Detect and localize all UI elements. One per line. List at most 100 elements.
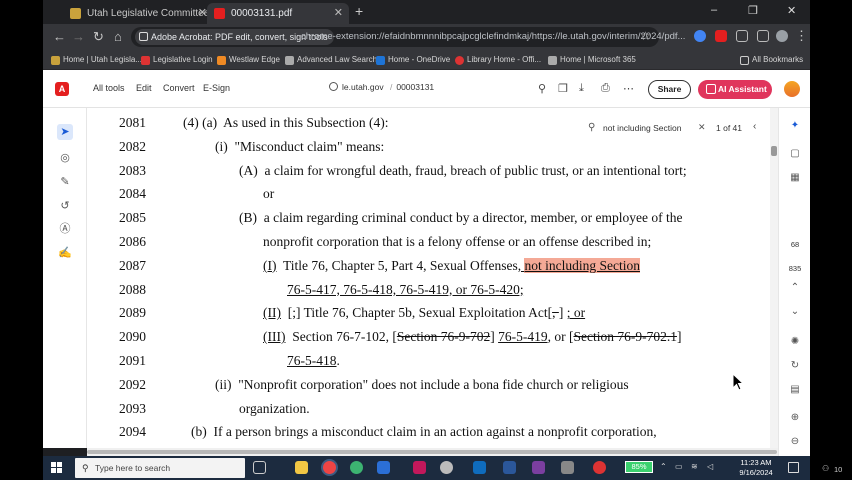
text-segment: Section 76-7-102, [ <box>285 329 397 345</box>
close-tab-icon[interactable]: ✕ <box>334 3 343 24</box>
chrome-taskbar-icon[interactable] <box>323 461 336 474</box>
reload-icon[interactable]: ↻ <box>93 29 104 45</box>
line-number: 2081 <box>119 115 146 130</box>
save-page-icon[interactable]: ▤ <box>789 384 801 396</box>
rotate-icon[interactable]: ↻ <box>789 360 801 372</box>
bookmark-westlaw[interactable]: Westlaw Edge <box>217 53 280 67</box>
kebab-menu-icon[interactable]: ⋮ <box>795 28 808 44</box>
tab-utah-legislative[interactable]: Utah Legislative Committee Inf ✕ <box>63 3 223 24</box>
volume-icon[interactable]: ◁ <box>707 462 713 471</box>
chrome-extension-icon[interactable] <box>694 30 706 42</box>
ai-panel-icon[interactable]: ✦ <box>789 120 801 132</box>
menu-esign[interactable]: E-Sign <box>203 83 230 93</box>
onenote-icon[interactable] <box>532 461 545 474</box>
sidepanel-icon[interactable] <box>757 30 769 42</box>
menu-edit[interactable]: Edit <box>136 83 152 93</box>
zoom-out-icon[interactable]: ⊖ <box>789 436 801 448</box>
thumbnails-icon[interactable]: ▦ <box>789 172 801 184</box>
zoom-in-icon[interactable]: ⊕ <box>789 412 801 424</box>
copy-icon[interactable]: ❐ <box>558 82 568 95</box>
app-icon[interactable] <box>561 461 574 474</box>
store-icon[interactable] <box>377 461 390 474</box>
utah-favicon-icon <box>70 8 81 19</box>
notification-icon[interactable] <box>788 462 799 473</box>
search-icon[interactable]: ⚲ <box>538 82 546 95</box>
menu-convert[interactable]: Convert <box>163 83 195 93</box>
find-bar: ⚲ not including Section ✕ 1 of 41 ‹ › ✕ <box>582 118 770 140</box>
acrobat-logo-icon[interactable]: A <box>55 82 69 96</box>
bookmark-library-home[interactable]: Library Home - Offi... <box>455 53 541 67</box>
extensions-puzzle-icon[interactable] <box>736 30 748 42</box>
outlook-icon[interactable] <box>473 461 486 474</box>
close-tab-icon[interactable]: ✕ <box>198 3 207 24</box>
print-icon[interactable]: ⎙ <box>601 82 610 95</box>
tab-pdf[interactable]: 00003131.pdf ✕ <box>207 3 349 24</box>
document-location: le.utah.gov /00003131 <box>329 82 434 92</box>
line-text: (II) [;] Title 76, Chapter 5b, Sexual Ex… <box>263 302 585 324</box>
taskbar-search-box[interactable]: ⚲ Type here to search <box>75 458 245 478</box>
more-icon[interactable]: ⋯ <box>623 82 634 95</box>
page-up-icon[interactable]: ⌃ <box>789 282 801 294</box>
new-tab-button[interactable]: + <box>355 3 363 19</box>
task-view-icon[interactable] <box>253 461 266 474</box>
ai-assistant-button[interactable]: AI Assistant <box>698 80 772 99</box>
sign-icon[interactable]: ✍ <box>57 245 73 261</box>
find-clear-icon[interactable]: ✕ <box>698 122 706 133</box>
app-icon[interactable] <box>413 461 426 474</box>
highlight-pen-icon[interactable]: ✎ <box>57 174 73 190</box>
page-number[interactable]: 68 <box>783 240 807 249</box>
find-previous-icon[interactable]: ‹ <box>753 121 756 132</box>
bookmark-utah-legislature[interactable]: Home | Utah Legisla... <box>51 53 142 67</box>
home-icon[interactable]: ⌂ <box>114 29 122 44</box>
comment-icon[interactable]: ◎ <box>57 150 73 166</box>
bookmark-legislative-login[interactable]: Legislative Login <box>141 53 213 67</box>
network-icon[interactable]: ▭ <box>675 462 683 471</box>
wifi-icon[interactable]: ≋ <box>691 462 698 471</box>
bookmark-advanced-law-search[interactable]: Advanced Law Search <box>285 53 377 67</box>
pdf-document-page[interactable]: 2081 (4) (a) As used in this Subsection (… <box>87 108 770 448</box>
bookmark-microsoft-365[interactable]: Home | Microsoft 365 <box>548 53 636 67</box>
horizontal-scrollbar[interactable] <box>87 448 778 456</box>
select-cursor-icon[interactable]: ➤ <box>57 124 73 140</box>
download-icon[interactable]: ⤓ <box>579 82 584 95</box>
maximize-button[interactable]: ❐ <box>748 4 758 17</box>
auto-scroll-icon[interactable]: ✺ <box>789 336 801 348</box>
find-query-input[interactable]: not including Section <box>603 123 681 133</box>
page-down-icon[interactable]: ⌄ <box>789 306 801 318</box>
minimize-button[interactable]: – <box>711 4 717 16</box>
url-text: chrome-extension://efaidnbmnnnibpcajpcgl… <box>301 31 686 42</box>
profile-avatar[interactable] <box>776 30 788 42</box>
acrobat-avatar[interactable] <box>784 81 800 97</box>
file-explorer-icon[interactable] <box>295 461 308 474</box>
system-clock[interactable]: 11:23 AM 9/16/2024 <box>733 458 779 478</box>
app-icon[interactable] <box>440 461 453 474</box>
scroll-thumb[interactable] <box>771 146 777 156</box>
bookmark-onedrive[interactable]: Home - OneDrive <box>376 53 450 67</box>
left-tools-panel: ➤ ◎ ✎ ↺ Ⓐ ✍ <box>43 108 87 448</box>
battery-indicator[interactable]: 85% <box>625 461 653 473</box>
bookmark-star-icon[interactable]: ☆ <box>640 29 651 43</box>
acrobat-taskbar-icon[interactable] <box>593 461 606 474</box>
text-box-icon[interactable]: Ⓐ <box>57 221 73 237</box>
tab-strip: Utah Legislative Committee Inf ✕ 0000313… <box>43 0 810 24</box>
comments-icon[interactable]: ▢ <box>789 148 801 160</box>
word-icon[interactable] <box>503 461 516 474</box>
windows-start-icon[interactable] <box>51 462 62 473</box>
browser-window: Utah Legislative Committee Inf ✕ 0000313… <box>43 0 810 480</box>
edge-icon[interactable] <box>350 461 363 474</box>
menu-all-tools[interactable]: All tools <box>93 83 125 93</box>
draw-loop-icon[interactable]: ↺ <box>57 198 73 214</box>
all-bookmarks[interactable]: All Bookmarks <box>740 53 803 67</box>
forward-arrow-icon[interactable]: → <box>72 29 85 44</box>
share-button[interactable]: Share <box>648 80 691 99</box>
vertical-scrollbar[interactable] <box>770 108 778 448</box>
tray-up-icon[interactable]: ⌃ <box>660 462 667 471</box>
omnibox[interactable]: Adobe Acrobat: PDF edit, convert, sign t… <box>131 27 685 47</box>
bookmarks-bar: Home | Utah Legisla... Legislative Login… <box>43 50 810 70</box>
scroll-thumb[interactable] <box>87 450 777 454</box>
text-segment: 76-5-419 <box>498 329 548 345</box>
back-arrow-icon[interactable]: ← <box>53 29 66 44</box>
close-window-button[interactable]: ✕ <box>787 4 796 17</box>
acrobat-extension-icon[interactable] <box>715 30 727 42</box>
line-text: (III) Section 76-7-102, [Section 76-9-70… <box>263 326 681 348</box>
